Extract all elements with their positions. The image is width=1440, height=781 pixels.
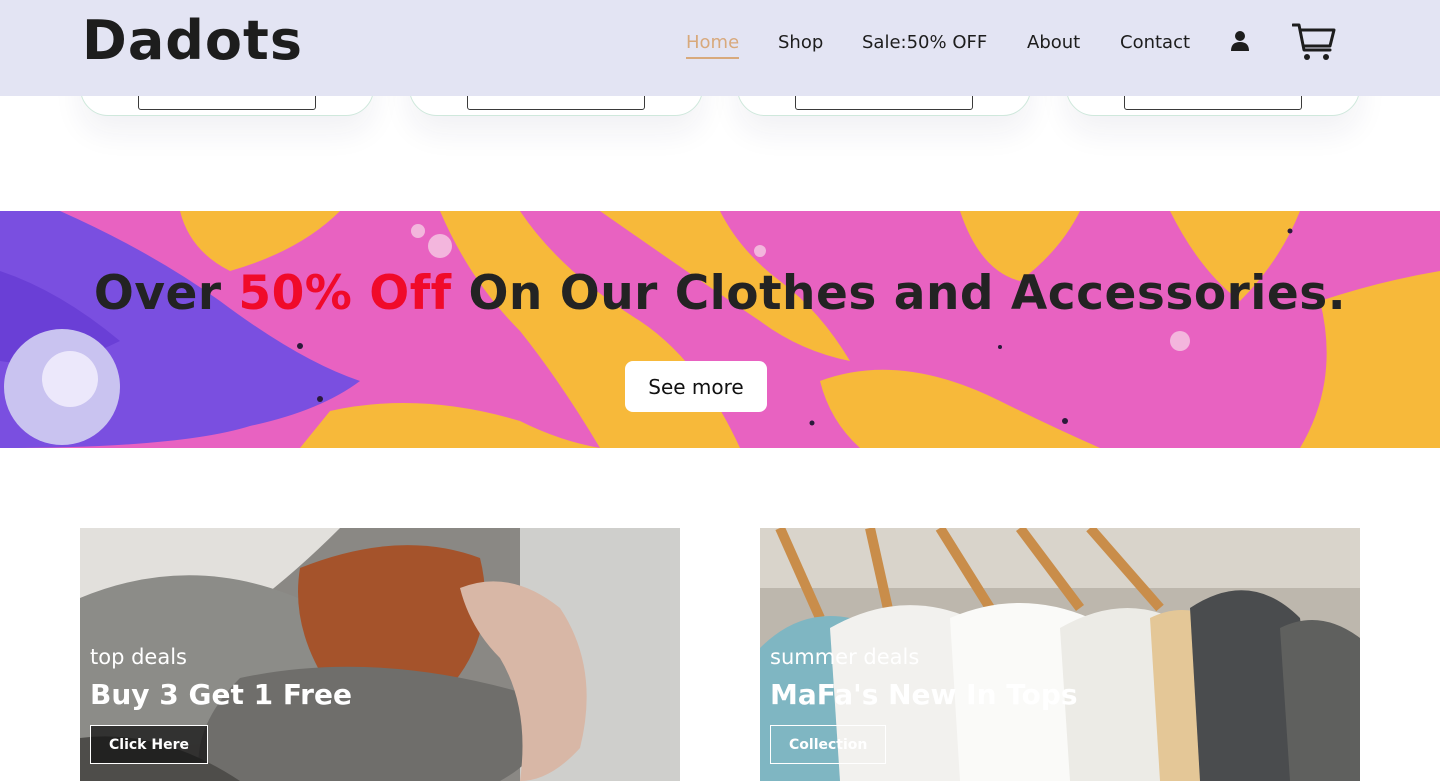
user-icon[interactable] — [1229, 30, 1251, 52]
banner-title: Over 50% Off On Our Clothes and Accessor… — [0, 266, 1440, 321]
promo-tile-top-deals[interactable]: top deals Buy 3 Get 1 Free Click Here — [80, 528, 680, 781]
promo-headline: Buy 3 Get 1 Free — [90, 678, 352, 711]
site-header: Dadots Home Shop Sale:50% OFF About Cont… — [0, 0, 1440, 96]
nav-item-shop[interactable]: Shop — [778, 32, 823, 53]
sale-banner — [0, 211, 1440, 448]
promo-tile-summer-deals[interactable]: summer deals MaFa's New In Tops Collecti… — [760, 528, 1360, 781]
see-more-button[interactable]: See more — [625, 361, 767, 412]
click-here-button[interactable]: Click Here — [90, 725, 208, 764]
banner-paint-background — [0, 211, 1440, 448]
nav-item-contact[interactable]: Contact — [1120, 32, 1190, 53]
promo-headline: MaFa's New In Tops — [770, 678, 1078, 711]
promo-kicker: top deals — [90, 645, 187, 669]
cart-icon[interactable] — [1292, 22, 1336, 62]
nav-item-about[interactable]: About — [1027, 32, 1080, 53]
banner-title-prefix: Over — [93, 266, 239, 321]
main-nav: Home Shop Sale:50% OFF About Contact — [0, 32, 1440, 59]
nav-item-sale[interactable]: Sale:50% OFF — [862, 32, 987, 53]
nav-item-home[interactable]: Home — [686, 32, 740, 59]
collection-button[interactable]: Collection — [770, 725, 887, 764]
page: ADD TO CART ADD TO CART ADD TO CART ADD … — [0, 0, 1440, 781]
banner-title-suffix: On Our Clothes and Accessories. — [451, 266, 1347, 321]
banner-title-highlight: 50% Off — [238, 266, 452, 321]
promo-kicker: summer deals — [770, 645, 920, 669]
